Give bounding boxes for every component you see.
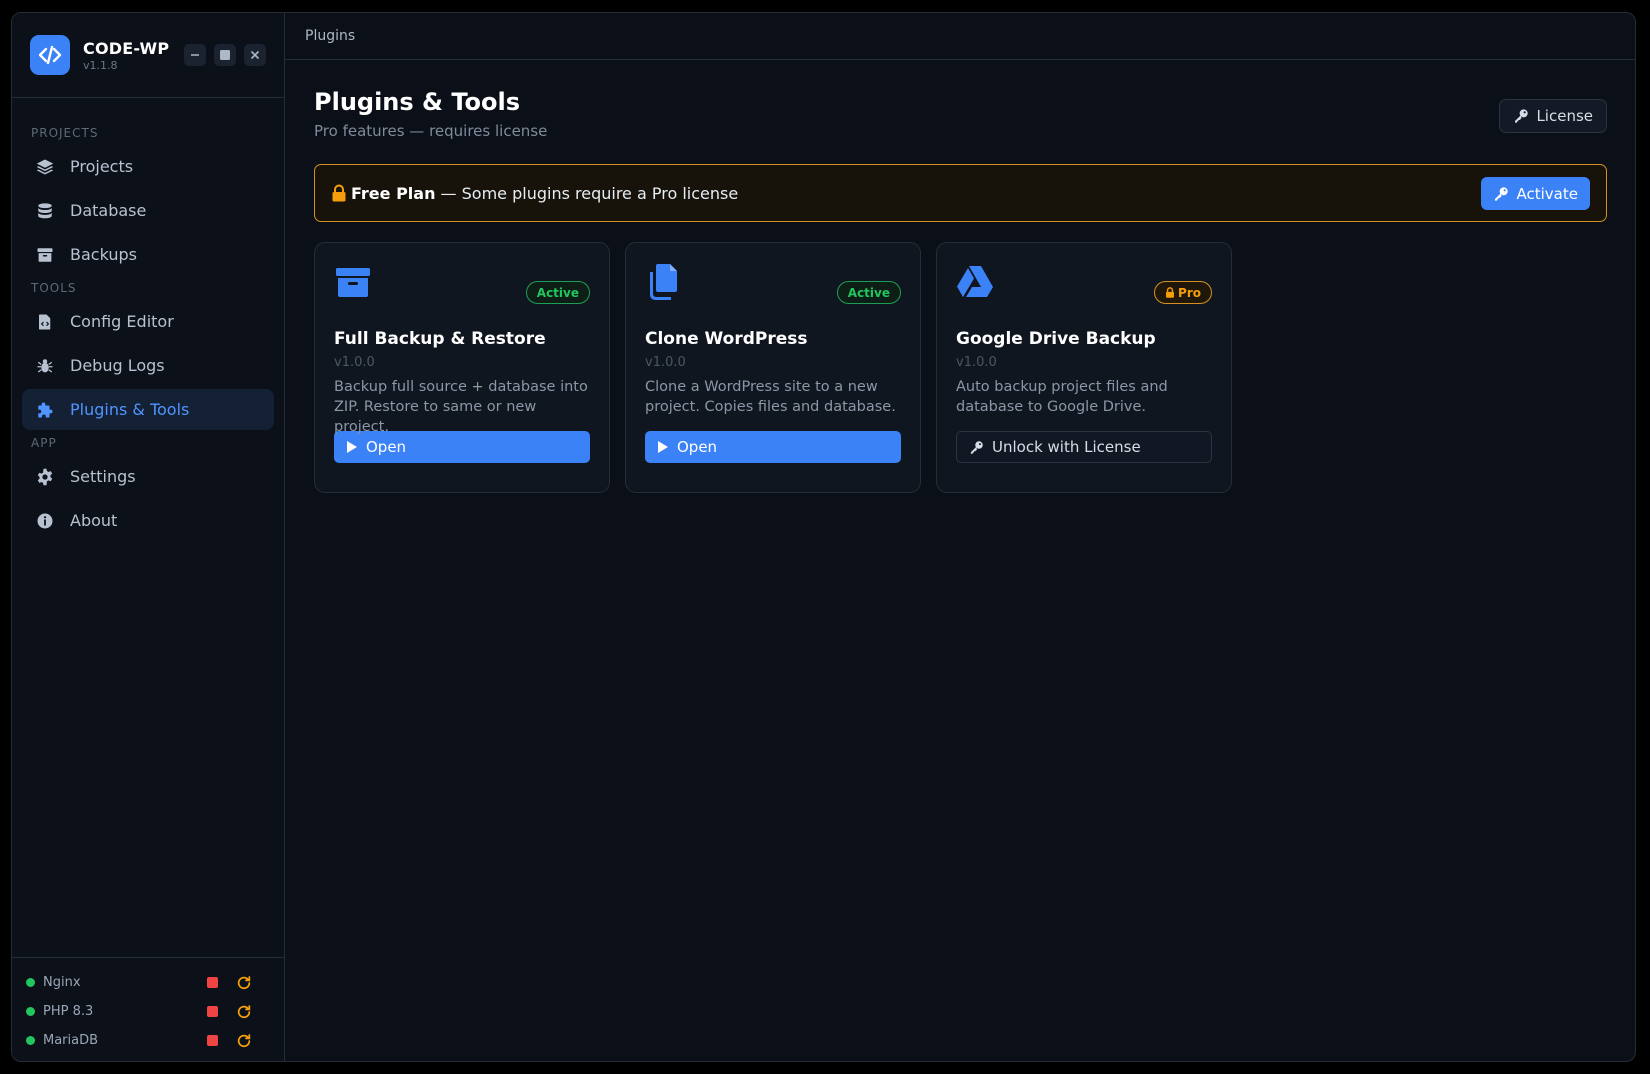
open-button-label: Open (366, 438, 407, 456)
unlock-button[interactable]: Unlock with License (956, 431, 1212, 463)
sidebar-nav: PROJECTS Projects Database Backups TOOLS (12, 98, 284, 544)
breadcrumb: Plugins (285, 13, 1635, 60)
plugin-grid: Active Full Backup & Restore v1.0.0 Back… (314, 242, 1607, 493)
restart-icon[interactable] (236, 975, 252, 991)
gear-icon (36, 468, 54, 486)
maximize-button[interactable] (214, 44, 236, 66)
open-button-label: Open (677, 438, 718, 456)
license-button-label: License (1536, 107, 1593, 125)
plugin-title: Full Backup & Restore (334, 329, 546, 349)
key-icon (1515, 109, 1529, 123)
sidebar-item-label: Backups (70, 245, 137, 264)
plan-name: Free Plan (351, 183, 436, 203)
play-icon (658, 441, 668, 453)
key-icon (1494, 186, 1508, 201)
sidebar-item-debug-logs[interactable]: Debug Logs (22, 345, 274, 386)
status-badge: Active (525, 281, 590, 304)
service-status-panel: Nginx PHP 8.3 MariaDB (12, 957, 284, 1061)
plugin-description: Backup full source + database into ZIP. … (334, 379, 588, 435)
service-label: MariaDB (43, 1033, 99, 1048)
status-dot (26, 978, 35, 987)
sidebar-item-about[interactable]: About (22, 500, 274, 541)
key-icon (970, 440, 983, 454)
nav-section-projects: PROJECTS (31, 126, 99, 140)
app-version: v1.1.8 (83, 58, 118, 72)
maximize-icon (220, 50, 230, 60)
archive-icon (36, 246, 54, 264)
plugin-card-google-drive: Pro Google Drive Backup v1.0.0 Auto back… (936, 242, 1232, 493)
service-row-nginx: Nginx (26, 968, 270, 997)
sidebar: CODE-WP v1.1.8 PROJECTS Projects Databas… (12, 13, 285, 1061)
app-window: CODE-WP v1.1.8 PROJECTS Projects Databas… (11, 12, 1636, 1062)
stop-icon[interactable] (207, 1006, 218, 1017)
brand-header: CODE-WP v1.1.8 (12, 13, 284, 98)
sidebar-item-config-editor[interactable]: Config Editor (22, 301, 274, 342)
main-panel: Plugins Plugins & Tools Pro features — r… (285, 13, 1635, 1061)
plan-banner: Free Plan — Some plugins require a Pro l… (314, 164, 1607, 222)
sidebar-item-projects[interactable]: Projects (22, 146, 274, 187)
copy-icon (650, 264, 677, 300)
activate-button[interactable]: Activate (1480, 177, 1590, 210)
open-button[interactable]: Open (645, 431, 901, 463)
service-row-mariadb: MariaDB (26, 1026, 270, 1055)
sidebar-item-plugins-tools[interactable]: Plugins & Tools (22, 389, 274, 430)
app-name: CODE-WP (83, 38, 170, 58)
plugin-version: v1.0.0 (334, 355, 375, 370)
activate-button-label: Activate (1516, 184, 1578, 203)
puzzle-icon (36, 401, 54, 419)
app-logo-icon (30, 35, 70, 75)
bug-icon (36, 357, 54, 375)
status-dot (26, 1036, 35, 1045)
sidebar-item-label: Projects (70, 157, 134, 176)
service-row-php: PHP 8.3 (26, 997, 270, 1026)
plugin-title: Clone WordPress (645, 329, 808, 349)
sidebar-item-database[interactable]: Database (22, 190, 274, 231)
sidebar-item-label: Database (70, 201, 147, 220)
google-drive-icon (957, 266, 993, 297)
unlock-button-label: Unlock with License (992, 438, 1141, 456)
page-subtitle: Pro features — requires license (314, 122, 548, 140)
pro-badge-label: Pro (1178, 285, 1201, 300)
page-title: Plugins & Tools (314, 88, 520, 116)
plugin-description: Auto backup project files and database t… (956, 379, 1168, 415)
sidebar-item-settings[interactable]: Settings (22, 456, 274, 497)
plugin-card-clone-wordpress: Active Clone WordPress v1.0.0 Clone a Wo… (625, 242, 921, 493)
close-icon (250, 50, 260, 60)
pro-badge: Pro (1154, 281, 1212, 304)
database-icon (36, 202, 54, 220)
stop-icon[interactable] (207, 977, 218, 988)
nav-section-app: APP (31, 436, 57, 450)
play-icon (347, 441, 357, 453)
plugin-version: v1.0.0 (956, 355, 997, 370)
lock-icon (1166, 287, 1175, 298)
sidebar-item-label: Debug Logs (70, 356, 165, 375)
sidebar-item-label: About (70, 511, 118, 530)
plan-message: — Some plugins require a Pro license (435, 183, 739, 203)
service-label: Nginx (43, 975, 81, 990)
sidebar-item-label: Plugins & Tools (70, 400, 190, 419)
sidebar-item-label: Settings (70, 467, 136, 486)
archive-box-icon (336, 268, 370, 297)
service-label: PHP 8.3 (43, 1004, 94, 1019)
layers-icon (36, 158, 54, 176)
stop-icon[interactable] (207, 1035, 218, 1046)
info-icon (36, 512, 54, 530)
license-button[interactable]: License (1499, 99, 1607, 133)
plugin-card-full-backup: Active Full Backup & Restore v1.0.0 Back… (314, 242, 610, 493)
sidebar-item-label: Config Editor (70, 312, 174, 331)
minimize-icon (191, 54, 199, 56)
plugin-version: v1.0.0 (645, 355, 686, 370)
nav-section-tools: TOOLS (31, 281, 77, 295)
restart-icon[interactable] (236, 1033, 252, 1049)
restart-icon[interactable] (236, 1004, 252, 1020)
plugin-description: Clone a WordPress site to a new project.… (645, 379, 896, 415)
close-button[interactable] (244, 44, 266, 66)
status-dot (26, 1007, 35, 1016)
minimize-button[interactable] (184, 44, 206, 66)
lock-icon (331, 184, 347, 202)
file-code-icon (36, 313, 54, 331)
sidebar-item-backups[interactable]: Backups (22, 234, 274, 275)
plugin-title: Google Drive Backup (956, 329, 1156, 349)
status-badge: Active (836, 281, 901, 304)
